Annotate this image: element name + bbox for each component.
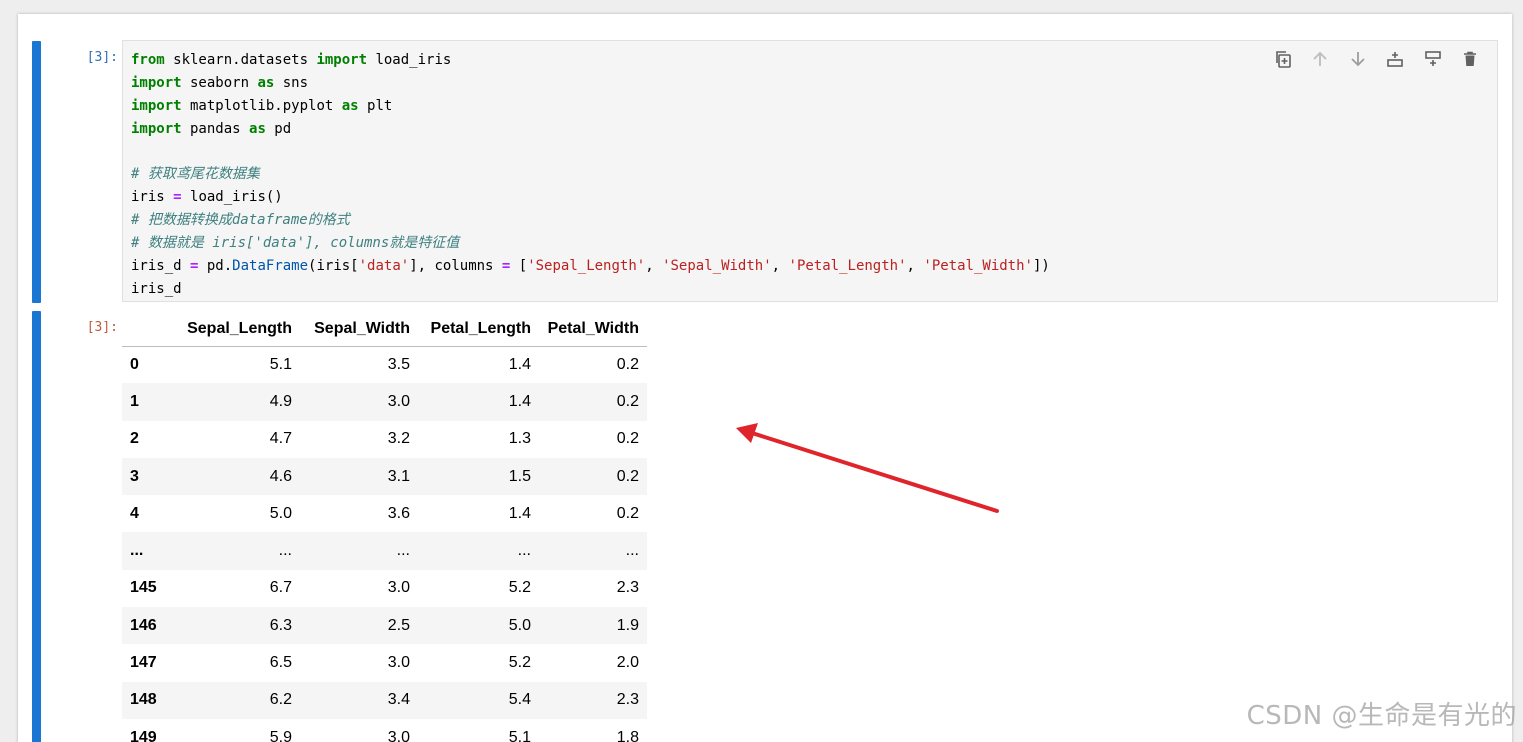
annotation-arrow (736, 423, 999, 513)
csdn-watermark: CSDN @生命是有光的 (1246, 701, 1517, 731)
